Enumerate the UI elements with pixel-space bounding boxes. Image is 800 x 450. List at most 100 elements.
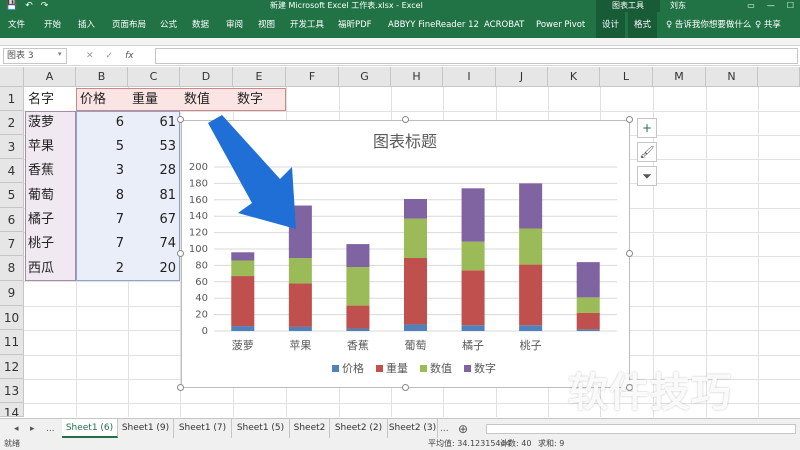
- cell-price[interactable]: 2: [76, 256, 128, 281]
- row-header[interactable]: 7: [0, 232, 24, 256]
- maximize-icon[interactable]: ☐: [787, 0, 794, 12]
- column-header[interactable]: E: [233, 67, 286, 87]
- resize-handle[interactable]: [177, 250, 184, 257]
- row-header[interactable]: 1: [0, 87, 24, 111]
- share-button[interactable]: ♀ 共享: [755, 12, 781, 38]
- cell-weight[interactable]: 28: [128, 159, 180, 183]
- fx-icon[interactable]: fx: [125, 51, 134, 61]
- resize-handle[interactable]: [402, 384, 409, 391]
- row-header[interactable]: 9: [0, 281, 24, 306]
- resize-handle[interactable]: [626, 250, 633, 257]
- cell-name[interactable]: 葡萄: [25, 183, 76, 208]
- horizontal-scrollbar[interactable]: [486, 424, 796, 434]
- cell-price[interactable]: 3: [76, 159, 128, 183]
- tab-design[interactable]: 设计: [596, 12, 626, 38]
- cell-header-name[interactable]: 名字: [25, 88, 76, 111]
- tab-home[interactable]: 开始: [44, 12, 61, 38]
- cell-name[interactable]: 香蕉: [25, 159, 76, 183]
- row-header[interactable]: 4: [0, 159, 24, 183]
- row-header[interactable]: 14: [0, 403, 24, 417]
- column-header[interactable]: G: [339, 67, 391, 87]
- sheet-prev-icon[interactable]: ◂: [14, 419, 19, 439]
- chart-title[interactable]: 图表标题: [373, 132, 437, 151]
- cell-name[interactable]: 橘子: [25, 208, 76, 232]
- cancel-icon[interactable]: ✕: [86, 51, 94, 61]
- cell-name[interactable]: 菠萝: [25, 111, 76, 135]
- tab-foxit-pdf[interactable]: 福昕PDF: [338, 12, 372, 38]
- cell-header-price[interactable]: 价格: [77, 88, 128, 111]
- tab-page-layout[interactable]: 页面布局: [112, 12, 146, 38]
- cell-header-weight[interactable]: 重量: [129, 88, 180, 111]
- tab-format[interactable]: 格式: [628, 12, 658, 38]
- cell-price[interactable]: 7: [76, 208, 128, 232]
- cell-name[interactable]: 桃子: [25, 232, 76, 256]
- sheet-more-left[interactable]: ...: [46, 419, 55, 439]
- cell-weight[interactable]: 67: [128, 208, 180, 232]
- minimize-icon[interactable]: —: [767, 0, 775, 12]
- row-header[interactable]: 2: [0, 111, 24, 135]
- cell-price[interactable]: 6: [76, 111, 128, 135]
- cell-header-number[interactable]: 数字: [234, 88, 286, 111]
- column-header[interactable]: I: [443, 67, 496, 87]
- cell-weight[interactable]: 61: [128, 111, 180, 135]
- row-header[interactable]: 6: [0, 208, 24, 232]
- column-header[interactable]: A: [24, 67, 76, 87]
- cell-price[interactable]: 5: [76, 135, 128, 159]
- column-header[interactable]: J: [496, 67, 548, 87]
- formula-input[interactable]: [155, 48, 798, 64]
- cell-price[interactable]: 8: [76, 183, 128, 208]
- row-header[interactable]: 5: [0, 183, 24, 208]
- user-name[interactable]: 刘东: [670, 0, 686, 12]
- column-header[interactable]: D: [180, 67, 233, 87]
- chart-elements-button[interactable]: +: [637, 118, 657, 138]
- tab-view[interactable]: 视图: [258, 12, 275, 38]
- cell-price[interactable]: 7: [76, 232, 128, 256]
- ribbon-options-icon[interactable]: ▭: [747, 0, 755, 12]
- column-header[interactable]: K: [548, 67, 600, 87]
- column-header[interactable]: C: [128, 67, 180, 87]
- cell-weight[interactable]: 74: [128, 232, 180, 256]
- tab-abbyy[interactable]: ABBYY FineReader 12: [388, 12, 479, 38]
- cell-weight[interactable]: 81: [128, 183, 180, 208]
- add-sheet-icon[interactable]: ⊕: [458, 419, 468, 439]
- cell-weight[interactable]: 53: [128, 135, 180, 159]
- cell-name[interactable]: 苹果: [25, 135, 76, 159]
- column-header[interactable]: M: [653, 67, 706, 87]
- cell-header-value[interactable]: 数值: [181, 88, 233, 111]
- sheet-tab[interactable]: Sheet1 (7): [174, 419, 232, 438]
- resize-handle[interactable]: [177, 384, 184, 391]
- row-header[interactable]: 3: [0, 135, 24, 159]
- row-header[interactable]: 13: [0, 379, 24, 403]
- chart-filters-button[interactable]: ⏷: [637, 166, 657, 186]
- tab-formulas[interactable]: 公式: [160, 12, 177, 38]
- tab-data[interactable]: 数据: [192, 12, 209, 38]
- cell-name[interactable]: 西瓜: [25, 256, 76, 281]
- sheet-tab[interactable]: Sheet2: [290, 419, 330, 438]
- column-header[interactable]: N: [706, 67, 758, 87]
- row-header[interactable]: 10: [0, 306, 24, 330]
- row-header[interactable]: 8: [0, 256, 24, 281]
- tab-developer[interactable]: 开发工具: [290, 12, 324, 38]
- tab-file[interactable]: 文件: [8, 12, 25, 38]
- sheet-more-right[interactable]: ...: [440, 419, 449, 439]
- sheet-tab[interactable]: Sheet2 (2): [330, 419, 388, 438]
- tell-me-search[interactable]: ♀ 告诉我你想要做什么: [666, 12, 751, 38]
- resize-handle[interactable]: [177, 116, 184, 123]
- column-header[interactable]: B: [76, 67, 128, 87]
- save-icon[interactable]: 💾: [6, 1, 17, 11]
- column-header[interactable]: L: [600, 67, 653, 87]
- sheet-tab[interactable]: Sheet2 (3): [388, 419, 438, 438]
- resize-handle[interactable]: [626, 116, 633, 123]
- tab-power-pivot[interactable]: Power Pivot: [536, 12, 585, 38]
- tab-acrobat[interactable]: ACROBAT: [484, 12, 524, 38]
- column-header[interactable]: F: [286, 67, 339, 87]
- cell-weight[interactable]: 20: [128, 256, 180, 281]
- sheet-tab[interactable]: Sheet1 (6): [62, 419, 118, 438]
- tab-insert[interactable]: 插入: [78, 12, 95, 38]
- chart-styles-button[interactable]: 🖌: [637, 142, 657, 162]
- sheet-next-icon[interactable]: ▸: [30, 419, 35, 439]
- undo-icon[interactable]: ↶: [25, 1, 33, 11]
- sheet-tab[interactable]: Sheet1 (9): [118, 419, 174, 438]
- resize-handle[interactable]: [402, 116, 409, 123]
- sheet-tab[interactable]: Sheet1 (5): [232, 419, 290, 438]
